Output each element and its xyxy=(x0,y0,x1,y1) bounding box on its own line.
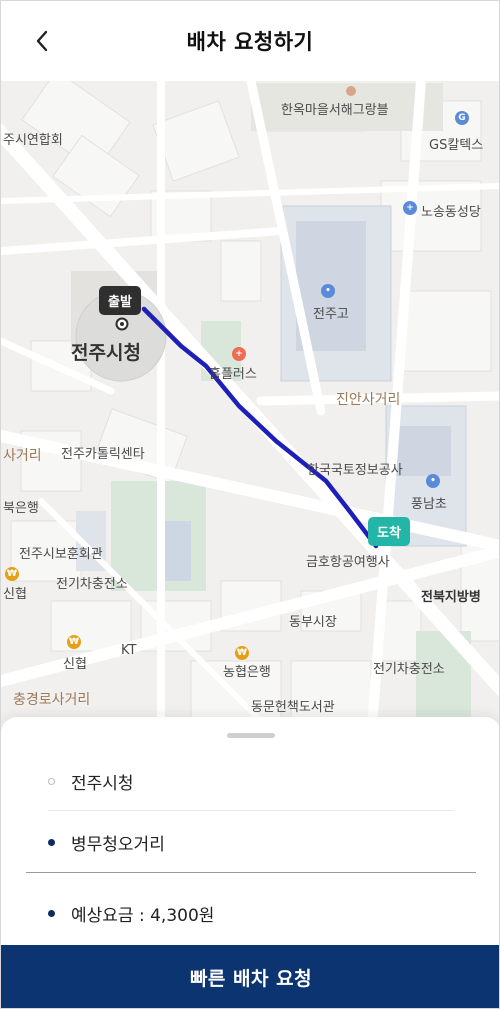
quick-dispatch-button[interactable]: 빠른 배차 요청 xyxy=(1,945,499,1008)
map-label-boryeok: 전주시보훈회관 xyxy=(19,547,103,562)
destination-row[interactable]: 병무청오거리 xyxy=(48,830,165,855)
map-label-shinhyup-left: 신협 xyxy=(3,587,27,602)
origin-dot-icon xyxy=(48,778,55,785)
map-label-homeplus: 홈플러스 xyxy=(209,367,257,382)
chevron-left-icon xyxy=(36,30,48,52)
fare-row: 예상요금 : 4,300원 xyxy=(48,901,214,926)
origin-text: 전주시청 xyxy=(71,774,134,794)
bank-icon-2: ₩ xyxy=(67,635,81,649)
map-label-hall-assoc: 주시연합회 xyxy=(3,133,63,148)
gas-station-icon: G xyxy=(455,111,469,125)
end-marker[interactable]: 도착 xyxy=(368,517,410,546)
map-label-nosong: 노송동성당 xyxy=(421,205,481,220)
fare-dot-icon xyxy=(48,910,55,917)
map-label-info-agency: 한국국토정보공사 xyxy=(307,463,403,478)
map-label-library: 동문헌책도서관 xyxy=(251,700,335,715)
map-label-gs: GS칼텍스 xyxy=(429,138,484,153)
shopping-icon: + xyxy=(232,347,246,361)
trip-summary-sheet: 전주시청 병무청오거리 예상요금 : 4,300원 xyxy=(1,717,499,945)
back-button[interactable] xyxy=(27,25,57,57)
divider xyxy=(48,810,454,811)
map-label-chunggyeong: 충경로사거리 xyxy=(13,692,91,708)
route-map[interactable]: 한옥마을서해그랑블 G GS칼텍스 주시연합회 + 노송동성당 • 전주고 전주… xyxy=(1,81,499,741)
app-frame: 배차 요청하기 한옥마을서해그랑블 G GS칼텍스 주시연합회 + 노송동성당 … xyxy=(0,0,500,1009)
map-label-charger-2: 전기차충전소 xyxy=(373,662,445,677)
map-label-catholic: 전주카톨릭센타 xyxy=(61,447,145,462)
destination-dot-icon xyxy=(48,839,55,846)
top-bar: 배차 요청하기 xyxy=(1,1,499,81)
map-label-kookmin: 북은행 xyxy=(3,501,39,516)
map-label-jeonbuk: 전북지방병 xyxy=(421,590,481,605)
divider-strong xyxy=(26,872,476,873)
map-label-jeonju-high: 전주고 xyxy=(313,307,349,322)
destination-text: 병무청오거리 xyxy=(71,835,165,855)
map-label-dongbu: 동부시장 xyxy=(289,615,337,630)
map-label-charger-1: 전기차충전소 xyxy=(56,577,128,592)
page-title: 배차 요청하기 xyxy=(186,30,314,54)
map-label-pungnam: 풍남초 xyxy=(411,497,447,512)
map-label-seokho: 금호항공여행사 xyxy=(306,555,390,570)
start-marker[interactable]: 출발 xyxy=(99,286,141,315)
map-label-shinhyup: 신협 xyxy=(63,657,87,672)
map-label-city-hall: 전주시청 xyxy=(71,342,141,364)
map-label-nonghyup: 농협은행 xyxy=(223,665,271,680)
fare-text: 예상요금 : 4,300원 xyxy=(71,906,215,926)
map-label-hanok: 한옥마을서해그랑블 xyxy=(281,103,389,118)
church-icon: + xyxy=(403,201,417,215)
map-label-kt: KT xyxy=(121,643,137,658)
bank-icon-3: ₩ xyxy=(235,646,249,660)
school-icon: • xyxy=(321,284,335,298)
origin-row[interactable]: 전주시청 xyxy=(48,769,134,794)
sheet-drag-handle[interactable] xyxy=(227,733,275,738)
bank-icon: ₩ xyxy=(5,567,19,581)
start-pin-icon xyxy=(115,317,129,331)
map-label-road-left: 사거리 xyxy=(3,448,42,464)
map-label-jinan: 진안사거리 xyxy=(336,392,401,408)
school-icon-2: • xyxy=(426,474,440,488)
